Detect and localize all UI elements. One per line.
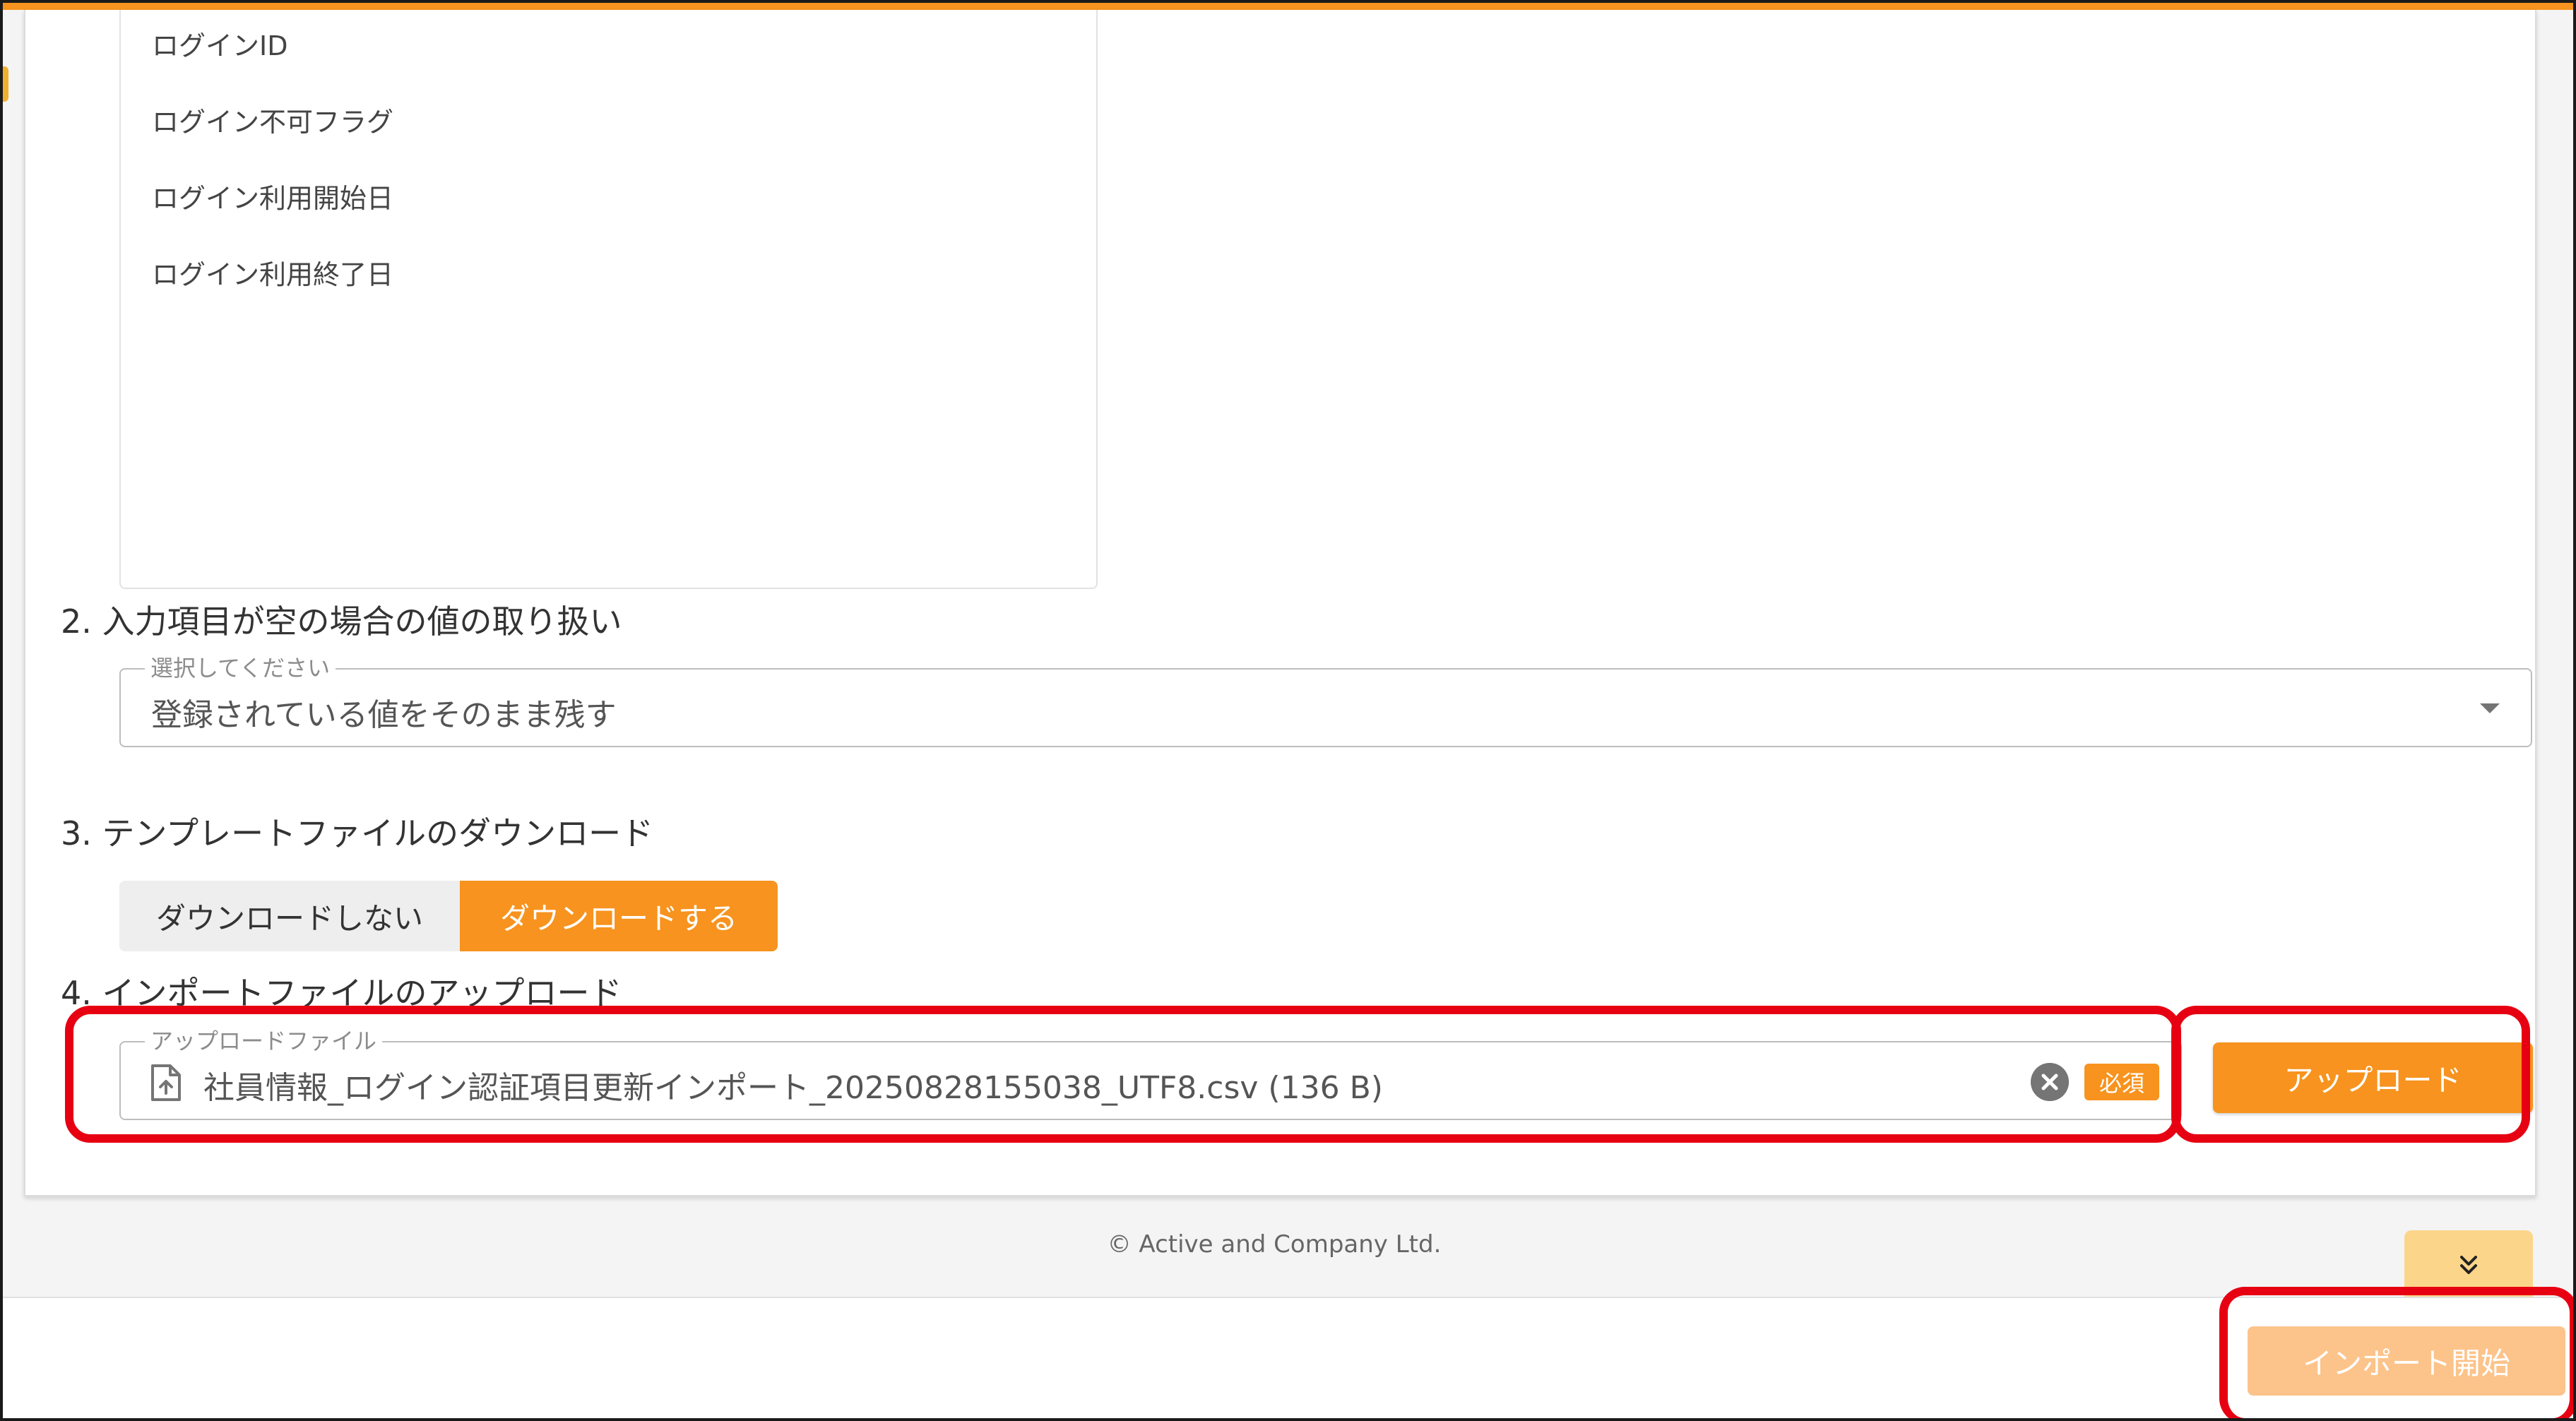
scroll-down-button[interactable]	[2404, 1230, 2533, 1301]
copyright-text: © Active and Company Ltd.	[1107, 1230, 1442, 1259]
side-tab-indicator	[3, 66, 8, 102]
select-value: 登録されている値をそのまま残す	[151, 697, 617, 733]
upload-button[interactable]: アップロード	[2213, 1042, 2533, 1113]
list-item[interactable]: ログイン不可フラグ	[152, 100, 393, 139]
clear-circle-icon[interactable]	[2031, 1063, 2069, 1101]
upload-field-legend: アップロードファイル	[145, 1027, 383, 1055]
field-list: ログインID ログイン不可フラグ ログイン利用開始日 ログイン利用終了日	[119, 10, 1098, 589]
section-heading-empty-values: 2. 入力項目が空の場合の値の取り扱い	[61, 602, 622, 641]
upload-file-name: 社員情報_ログイン認証項目更新インポート_20250828155038_UTF8…	[203, 1070, 1383, 1106]
list-item[interactable]: ログイン利用終了日	[152, 253, 393, 292]
action-bar	[3, 1297, 2573, 1418]
list-item[interactable]: ログインID	[152, 24, 287, 63]
double-chevron-down-icon	[2460, 1256, 2477, 1274]
empty-value-select[interactable]: 選択してください 登録されている値をそのまま残す	[119, 654, 2532, 747]
select-legend: 選択してください	[145, 654, 336, 682]
section-heading-template: 3. テンプレートファイルのダウンロード	[61, 814, 654, 852]
section-heading-upload: 4. インポートファイルのアップロード	[61, 974, 622, 1012]
list-item[interactable]: ログイン利用開始日	[152, 177, 393, 215]
no-download-button[interactable]: ダウンロードしない	[119, 881, 460, 951]
dropdown-arrow-icon[interactable]	[2480, 703, 2500, 713]
file-upload-icon	[151, 1064, 181, 1101]
app-window: ログインID ログイン不可フラグ ログイン利用開始日 ログイン利用終了日 2. …	[0, 0, 2576, 1421]
import-settings-card: ログインID ログイン不可フラグ ログイン利用開始日 ログイン利用終了日 2. …	[24, 10, 2536, 1196]
download-button[interactable]: ダウンロードする	[460, 881, 778, 951]
import-start-button[interactable]: インポート開始	[2248, 1326, 2565, 1396]
upload-file-field[interactable]: アップロードファイル 社員情報_ログイン認証項目更新インポート_20250828…	[119, 1027, 2182, 1120]
top-accent-bar	[3, 3, 2573, 10]
required-badge: 必須	[2084, 1064, 2159, 1100]
